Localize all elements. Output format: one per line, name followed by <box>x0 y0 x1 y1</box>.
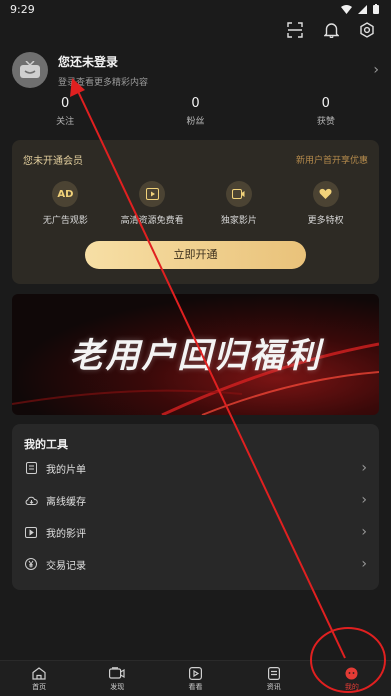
tab-label: 资讯 <box>266 683 281 691</box>
tool-transactions[interactable]: 交易记录 › <box>12 548 379 580</box>
top-action-icons <box>285 20 377 40</box>
stat-followers[interactable]: 0 粉丝 <box>130 96 260 127</box>
login-subtitle: 登录查看更多精彩内容 <box>58 77 149 88</box>
news-icon <box>266 666 282 680</box>
film-icon <box>139 181 166 207</box>
feature-hd-free[interactable]: 高清资源免费看 <box>117 181 187 226</box>
yen-icon <box>24 557 38 571</box>
feature-label: 更多特权 <box>307 216 344 226</box>
wifi-icon <box>341 4 352 14</box>
tool-label: 离线缓存 <box>46 496 86 508</box>
stat-value: 0 <box>61 96 70 111</box>
chevron-right-icon: › <box>361 460 367 476</box>
avatar[interactable] <box>12 52 48 88</box>
tab-label: 首页 <box>32 683 47 691</box>
tab-label: 我的 <box>344 683 359 691</box>
cloud-icon <box>24 493 38 507</box>
feature-label: 无广告观影 <box>42 216 88 226</box>
feature-more[interactable]: 更多特权 <box>291 181 361 226</box>
feature-no-ads[interactable]: AD 无广告观影 <box>30 181 100 226</box>
stats-row: 0 关注 0 粉丝 0 获赞 <box>0 96 391 127</box>
tool-label: 我的片单 <box>46 464 86 476</box>
tool-my-list[interactable]: 我的片单 › <box>12 452 379 484</box>
profile-login-row[interactable]: 您还未登录 登录查看更多精彩内容 › <box>12 50 379 90</box>
stat-label: 获赞 <box>316 117 335 127</box>
bell-icon[interactable] <box>321 20 341 40</box>
signal-icon <box>358 4 367 14</box>
status-time: 9:29 <box>10 2 35 16</box>
settings-gear-icon[interactable] <box>357 20 377 40</box>
tab-home[interactable]: 首页 <box>0 661 78 696</box>
stat-following[interactable]: 0 关注 <box>0 96 130 127</box>
tool-label: 交易记录 <box>46 560 86 572</box>
scan-icon[interactable] <box>285 20 305 40</box>
stat-value: 0 <box>321 96 330 111</box>
banner-text: 老用户回归福利 <box>69 336 322 376</box>
vip-title: 您未开通会员 <box>23 156 83 167</box>
tools-title: 我的工具 <box>24 438 68 451</box>
vip-header: 您未开通会员 新用户首开享优惠 <box>12 140 379 167</box>
my-tools-card: 我的工具 我的片单 › 离线缓存 › 我的影评 › 交易记录 › <box>12 424 379 590</box>
play-review-icon <box>24 525 38 539</box>
tool-my-reviews[interactable]: 我的影评 › <box>12 516 379 548</box>
chevron-right-icon: › <box>361 492 367 508</box>
heart-badge-icon <box>312 181 339 207</box>
video-icon <box>225 181 252 207</box>
feature-label: 高清资源免费看 <box>120 216 184 226</box>
login-title[interactable]: 您还未登录 <box>58 53 373 70</box>
bottom-tab-bar: 首页 发现 看看 资讯 我的 <box>0 660 391 696</box>
stat-label: 关注 <box>56 117 75 127</box>
profile-text: 您还未登录 登录查看更多精彩内容 <box>58 53 373 88</box>
home-icon <box>31 666 47 680</box>
stat-value: 0 <box>191 96 200 111</box>
ad-icon: AD <box>52 181 79 207</box>
tab-watch[interactable]: 看看 <box>156 661 234 696</box>
tab-news[interactable]: 资讯 <box>235 661 313 696</box>
vip-features: AD 无广告观影 高清资源免费看 独家影片 更多特权 <box>12 181 379 226</box>
chevron-right-icon: › <box>373 62 379 78</box>
promo-banner[interactable]: 老用户回归福利 <box>12 294 379 415</box>
profile-icon <box>344 666 360 680</box>
tab-profile[interactable]: 我的 <box>313 661 391 696</box>
stat-likes[interactable]: 0 获赞 <box>261 96 391 127</box>
tool-label: 我的影评 <box>46 528 86 540</box>
list-icon <box>24 461 38 475</box>
stat-label: 粉丝 <box>186 117 205 127</box>
status-icons <box>341 4 379 14</box>
tab-label: 发现 <box>110 683 125 691</box>
tv-avatar-icon <box>20 61 40 78</box>
tool-offline-cache[interactable]: 离线缓存 › <box>12 484 379 516</box>
play-icon <box>188 666 204 680</box>
tab-label: 看看 <box>188 683 203 691</box>
activate-vip-button[interactable]: 立即开通 <box>85 241 306 269</box>
camera-icon <box>109 666 125 680</box>
tab-discover[interactable]: 发现 <box>78 661 156 696</box>
feature-label: 独家影片 <box>220 216 257 226</box>
feature-exclusive[interactable]: 独家影片 <box>204 181 274 226</box>
battery-icon <box>373 4 379 14</box>
chevron-right-icon: › <box>361 556 367 572</box>
status-bar: 9:29 <box>0 0 391 18</box>
vip-membership-card: 您未开通会员 新用户首开享优惠 AD 无广告观影 高清资源免费看 独家影片 更多… <box>12 140 379 284</box>
chevron-right-icon: › <box>361 524 367 540</box>
vip-promo-link[interactable]: 新用户首开享优惠 <box>296 153 368 166</box>
